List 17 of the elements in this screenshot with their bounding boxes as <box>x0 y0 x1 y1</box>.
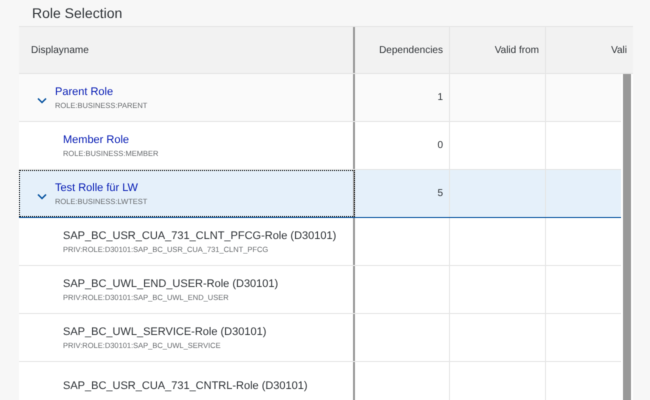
chevron-down-icon[interactable] <box>37 193 47 200</box>
scrollbar[interactable] <box>623 74 631 400</box>
role-name-link[interactable]: Parent Role <box>55 86 148 98</box>
role-name: SAP_BC_UWL_SERVICE-Role (D30101) <box>63 326 266 338</box>
role-name-link[interactable]: Member Role <box>63 134 158 146</box>
column-header[interactable]: Vali <box>546 27 633 73</box>
column-header[interactable]: Dependencies <box>355 27 450 73</box>
dependencies-count: 1 <box>437 92 443 103</box>
role-name: SAP_BC_UWL_END_USER-Role (D30101) <box>63 278 278 290</box>
panel-title: Role Selection <box>32 5 122 21</box>
role-name: SAP_BC_USR_CUA_731_CNTRL-Role (D30101) <box>63 380 308 392</box>
dependencies-count: 5 <box>437 188 443 199</box>
dependencies-count: 0 <box>437 140 443 151</box>
role-name: SAP_BC_USR_CUA_731_CLNT_PFCG-Role (D30101) <box>63 230 336 242</box>
column-header[interactable]: Valid from <box>450 27 546 73</box>
role-name-link[interactable]: Test Rolle für LW <box>55 182 148 194</box>
chevron-down-icon[interactable] <box>37 97 47 104</box>
